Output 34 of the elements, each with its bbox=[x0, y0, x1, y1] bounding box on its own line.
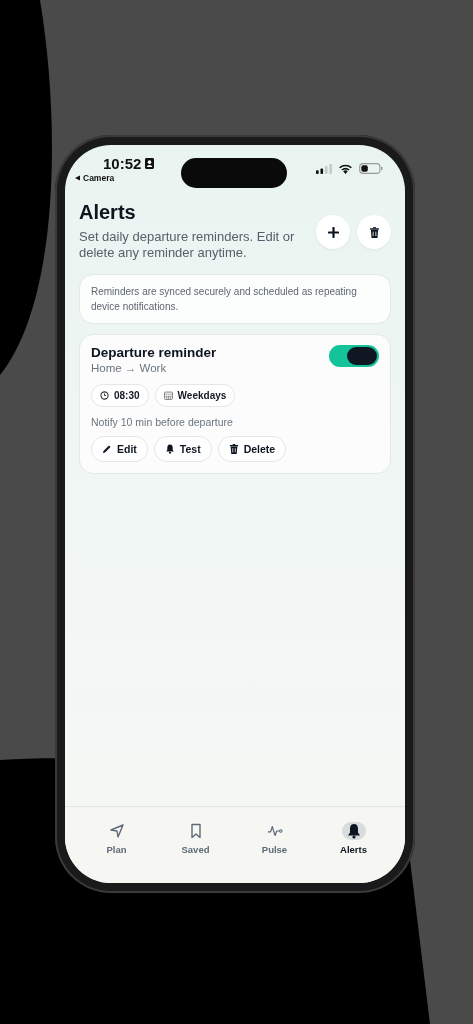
time-chip[interactable]: 08:30 bbox=[91, 384, 149, 407]
page-title: Alerts bbox=[79, 201, 137, 224]
trash-icon bbox=[228, 444, 239, 454]
test-button[interactable]: Test bbox=[153, 436, 212, 462]
info-notice: Reminders are synced securely and scheduled as repeating device notifications. bbox=[79, 274, 391, 324]
days-chip[interactable]: Weekdays bbox=[154, 384, 236, 407]
plus-icon bbox=[327, 226, 339, 238]
trash-icon bbox=[369, 226, 379, 238]
tab[interactable]: Plan bbox=[77, 807, 156, 869]
calendar-icon bbox=[163, 391, 173, 400]
wifi-icon bbox=[338, 163, 353, 174]
battery-icon bbox=[359, 163, 383, 174]
reminder-title: Departure reminder bbox=[91, 345, 217, 360]
contact-icon bbox=[145, 158, 155, 169]
pencil-icon bbox=[102, 444, 112, 454]
delete-button[interactable]: Delete bbox=[217, 436, 287, 462]
navigation-arrow-icon bbox=[108, 822, 125, 839]
page-subtitle: Set daily departure reminders. Edit or delete any reminder anytime. bbox=[79, 229, 296, 261]
bell-icon bbox=[345, 822, 362, 839]
back-link[interactable]: Camera bbox=[83, 173, 115, 183]
tab[interactable]: Saved bbox=[156, 807, 235, 869]
tab[interactable]: Alerts bbox=[314, 807, 393, 869]
bell-icon bbox=[164, 444, 175, 454]
delete-all-button[interactable] bbox=[357, 215, 391, 249]
toggle-switch[interactable] bbox=[329, 345, 379, 367]
edit-button[interactable]: Edit bbox=[91, 436, 148, 462]
back-triangle-icon[interactable] bbox=[75, 175, 80, 181]
signal-icon bbox=[316, 163, 332, 174]
clock-icon bbox=[100, 391, 109, 400]
reminder-note: Notify 10 min before departure bbox=[91, 416, 234, 428]
tab[interactable]: Pulse bbox=[235, 807, 314, 869]
add-button[interactable] bbox=[316, 215, 350, 249]
status-time: 10:52 bbox=[103, 155, 142, 172]
reminder-route: Home → Work bbox=[91, 362, 168, 374]
